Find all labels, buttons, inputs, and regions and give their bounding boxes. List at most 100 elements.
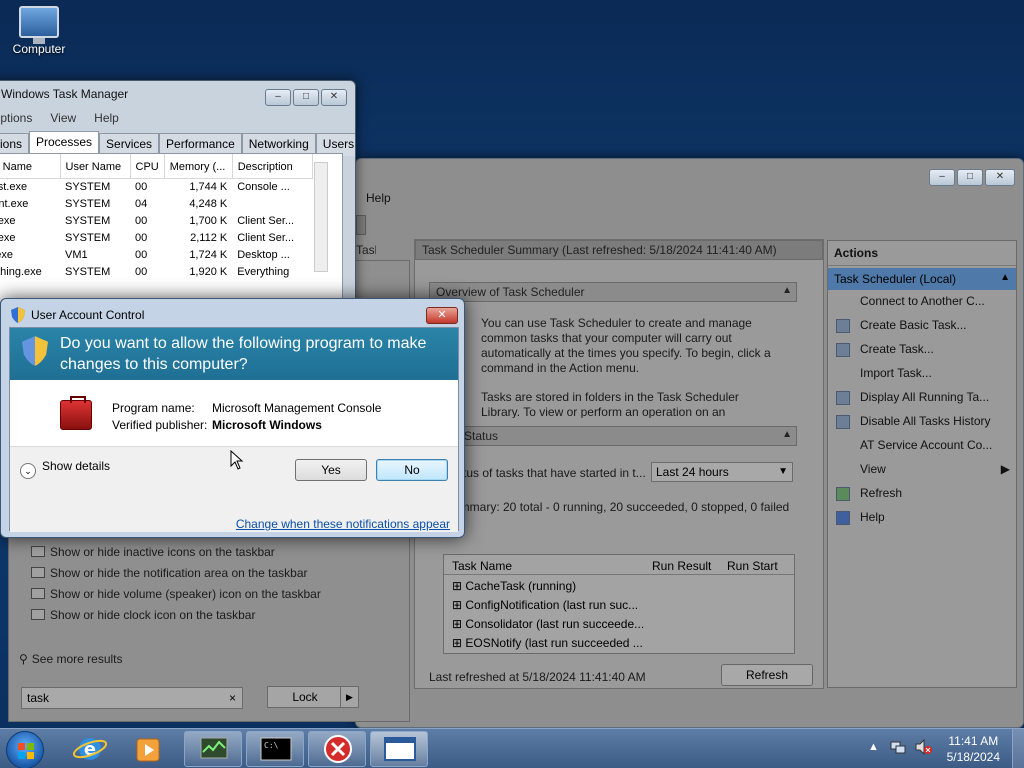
task-icon xyxy=(836,343,850,357)
uac-title: User Account Control xyxy=(31,308,145,322)
minimize-button[interactable]: – xyxy=(265,89,291,106)
task-row[interactable]: ⊞ EOSNotify (last run succeeded ... xyxy=(452,634,786,653)
clear-search-icon[interactable]: × xyxy=(229,691,236,705)
see-more-results[interactable]: ⚲ See more results xyxy=(19,652,123,666)
action-import-task[interactable]: Import Task... xyxy=(828,362,1016,386)
col-cpu[interactable]: CPU xyxy=(130,154,165,179)
internet-explorer-icon[interactable]: e xyxy=(70,733,110,765)
uac-heading: Do you want to allow the following progr… xyxy=(60,335,427,373)
task-row[interactable]: ⊞ Consolidator (last run succeede... xyxy=(452,615,786,634)
task-row[interactable]: ⊞ CacheTask (running) xyxy=(452,577,786,596)
publisher-value: Microsoft Windows xyxy=(212,418,322,432)
close-button[interactable]: ✕ xyxy=(985,169,1015,186)
mouse-cursor-icon xyxy=(230,450,244,470)
start-button[interactable] xyxy=(6,731,44,768)
minimize-button[interactable]: – xyxy=(929,169,955,186)
no-button[interactable]: No xyxy=(376,459,448,481)
task-rows: ⊞ CacheTask (running) ⊞ ConfigNotificati… xyxy=(444,575,794,655)
col-description[interactable]: Description xyxy=(232,154,313,179)
cp-result[interactable]: Show or hide inactive icons on the taskb… xyxy=(31,545,275,559)
task-icon xyxy=(836,319,850,333)
action-view[interactable]: View ▶ xyxy=(828,458,1016,482)
lock-button[interactable]: Lock ▶ xyxy=(267,686,359,708)
uac-banner: Do you want to allow the following progr… xyxy=(10,328,458,380)
tree-root[interactable]: Task Scheduler (Local) xyxy=(356,243,376,260)
status-range-select[interactable]: Last 24 hours ▼ xyxy=(651,462,793,482)
action-create-basic-task[interactable]: Create Basic Task... xyxy=(828,314,1016,338)
window-icon xyxy=(384,737,416,761)
cp-result[interactable]: Show or hide clock icon on the taskbar xyxy=(31,608,255,622)
menu-view[interactable]: View xyxy=(50,111,76,125)
computer-desktop-icon[interactable]: Computer xyxy=(6,6,72,56)
tab-processes[interactable]: Processes xyxy=(29,131,100,154)
menu-help[interactable]: Help xyxy=(366,191,391,205)
task-list-header: Task Name Run Result Run Start xyxy=(444,555,794,575)
table-row[interactable]: csrss.exeSYSTEM002,112 KClient Ser... xyxy=(0,229,312,246)
show-desktop-button[interactable] xyxy=(1012,729,1024,768)
program-name-value: Microsoft Management Console xyxy=(212,401,382,415)
help-icon xyxy=(836,511,850,525)
col-image-name[interactable]: Image Name xyxy=(0,154,61,179)
process-list: Image Name User Name CPU Memory (... Des… xyxy=(0,153,343,303)
table-row[interactable]: svchost.exeSYSTEM001,744 KConsole ... xyxy=(0,178,312,195)
close-button[interactable]: ✕ xyxy=(321,89,347,106)
action-at-service[interactable]: AT Service Account Co... xyxy=(828,434,1016,458)
action-disable-history[interactable]: Disable All Tasks History xyxy=(828,410,1016,434)
maximize-button[interactable]: □ xyxy=(957,169,983,186)
table-row[interactable]: csrss.exeSYSTEM001,700 KClient Ser... xyxy=(0,212,312,229)
maximize-button[interactable]: □ xyxy=(293,89,319,106)
action-help[interactable]: Help xyxy=(828,506,1016,530)
taskbar-error-app[interactable] xyxy=(308,731,366,767)
status-header[interactable]: Task Status ▲ xyxy=(429,426,797,446)
system-clock[interactable]: 11:41 AM 5/18/2024 xyxy=(947,733,1000,765)
search-input[interactable]: task × xyxy=(21,687,243,709)
show-details-toggle[interactable]: ⌄ Show details xyxy=(20,459,110,479)
col-memory[interactable]: Memory (... xyxy=(164,154,233,179)
action-display-running[interactable]: Display All Running Ta... xyxy=(828,386,1016,410)
change-notifications-link[interactable]: Change when these notifications appear xyxy=(236,517,450,531)
scrollbar[interactable] xyxy=(314,162,328,272)
summary-header: Task Scheduler Summary (Last refreshed: … xyxy=(415,240,823,260)
actions-selected[interactable]: Task Scheduler (Local) ▲ xyxy=(828,268,1016,290)
task-row[interactable]: ⊞ ConfigNotification (last run suc... xyxy=(452,596,786,615)
chevron-down-icon: ⌄ xyxy=(20,463,36,479)
search-icon: ⚲ xyxy=(19,652,28,666)
taskbar: e C:\ ▲ 11:41 AM 5/18/2024 xyxy=(0,728,1024,768)
table-row[interactable]: dwm.exeVM1001,724 KDesktop ... xyxy=(0,246,312,263)
taskbar-icon xyxy=(31,588,45,599)
action-connect[interactable]: Connect to Another C... xyxy=(828,290,1016,314)
action-create-task[interactable]: Create Task... xyxy=(828,338,1016,362)
col-user-name[interactable]: User Name xyxy=(60,154,131,179)
svg-text:C:\: C:\ xyxy=(264,741,279,750)
volume-muted-icon[interactable] xyxy=(914,738,932,758)
refresh-button[interactable]: Refresh xyxy=(721,664,813,686)
overview-header[interactable]: Overview of Task Scheduler ▲ xyxy=(429,282,797,302)
windows-logo-icon xyxy=(18,743,34,759)
table-row[interactable]: consent.exeSYSTEM044,248 K xyxy=(0,195,312,212)
error-icon xyxy=(324,735,352,763)
shield-icon xyxy=(22,336,48,366)
command-prompt-icon: C:\ xyxy=(260,737,292,761)
shield-icon xyxy=(11,307,25,323)
show-hidden-icons-arrow[interactable]: ▲ xyxy=(868,741,879,753)
table-row[interactable]: Everything.exeSYSTEM001,920 KEverything xyxy=(0,263,312,280)
network-icon[interactable] xyxy=(890,739,906,758)
close-button[interactable]: ✕ xyxy=(426,307,458,324)
last-refreshed: Last refreshed at 5/18/2024 11:41:40 AM xyxy=(429,670,646,684)
cp-result[interactable]: Show or hide the notification area on th… xyxy=(31,566,308,580)
taskbar-uac-window[interactable] xyxy=(370,731,428,767)
lock-options-arrow[interactable]: ▶ xyxy=(340,687,358,707)
task-manager-window: Windows Task Manager – □ ✕ Options View … xyxy=(0,80,356,310)
publisher-label: Verified publisher: xyxy=(112,418,208,432)
media-player-icon[interactable] xyxy=(128,733,168,765)
action-refresh[interactable]: Refresh xyxy=(828,482,1016,506)
cp-result[interactable]: Show or hide volume (speaker) icon on th… xyxy=(31,587,321,601)
yes-button[interactable]: Yes xyxy=(295,459,367,481)
refresh-icon xyxy=(836,487,850,501)
menu-help[interactable]: Help xyxy=(94,111,119,125)
taskbar-command-prompt[interactable]: C:\ xyxy=(246,731,304,767)
computer-icon xyxy=(19,6,59,44)
overview-text: You can use Task Scheduler to create and… xyxy=(481,316,771,375)
taskbar-task-manager[interactable] xyxy=(184,731,242,767)
menu-options[interactable]: Options xyxy=(0,111,32,125)
